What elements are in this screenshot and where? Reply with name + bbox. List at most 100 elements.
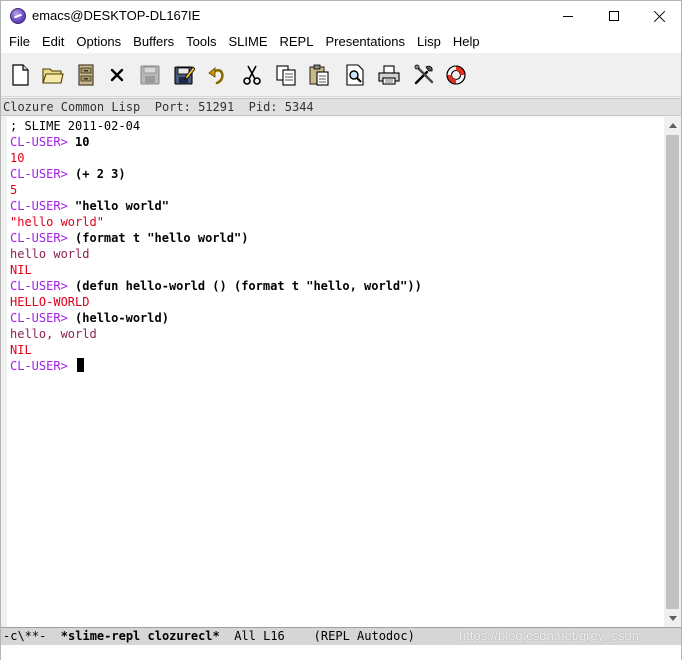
window-title: emacs@DESKTOP-DL167IE	[32, 8, 201, 23]
repl-result: 10	[10, 151, 25, 165]
paste-button[interactable]	[307, 63, 331, 87]
menu-file[interactable]: File	[3, 32, 36, 52]
repl-comment: ; SLIME 2011-02-04	[10, 119, 141, 133]
toolbar	[1, 53, 681, 97]
repl-input: (+ 2 3)	[75, 167, 126, 181]
repl-line: hello world	[10, 246, 422, 262]
repl-input: (defun hello-world () (format t "hello, …	[75, 279, 422, 293]
menu-slime[interactable]: SLIME	[222, 32, 273, 52]
emacs-app-icon	[10, 8, 26, 24]
scroll-up-button[interactable]	[664, 117, 681, 134]
menu-edit[interactable]: Edit	[36, 32, 70, 52]
cut-button[interactable]	[240, 63, 264, 87]
menu-help[interactable]: Help	[447, 32, 486, 52]
menu-buffers[interactable]: Buffers	[127, 32, 180, 52]
modeline-status: -c\**-	[3, 629, 61, 643]
maximize-icon	[609, 11, 619, 21]
repl-line: NIL	[10, 262, 422, 278]
watermark: https://blog.csdn.net/grey_csdn	[459, 628, 639, 643]
menu-lisp[interactable]: Lisp	[411, 32, 447, 52]
emacs-window: emacs@DESKTOP-DL167IE File Edit Options …	[0, 0, 682, 660]
repl-line: CL-USER> (defun hello-world () (format t…	[10, 278, 422, 294]
text-cursor	[77, 358, 85, 372]
repl-prompt: CL-USER>	[10, 167, 76, 181]
repl-input: 10	[75, 135, 90, 149]
repl-line: CL-USER> (format t "hello world")	[10, 230, 422, 246]
print-button[interactable]	[377, 63, 401, 87]
menu-repl[interactable]: REPL	[274, 32, 320, 52]
repl-prompt: CL-USER>	[10, 231, 76, 245]
modeline-buffer-name[interactable]: *slime-repl clozurecl*	[61, 629, 220, 643]
repl-line: CL-USER> (+ 2 3)	[10, 166, 422, 182]
repl-line: CL-USER> (hello-world)	[10, 310, 422, 326]
arrow-down-icon	[668, 616, 677, 621]
repl-line: NIL	[10, 342, 422, 358]
new-file-button[interactable]	[8, 63, 32, 87]
vertical-scrollbar[interactable]	[664, 117, 681, 627]
repl-result: HELLO-WORLD	[10, 295, 90, 309]
new-file-icon	[12, 64, 29, 86]
repl-line: hello, world	[10, 326, 422, 342]
repl-buffer[interactable]: ; SLIME 2011-02-04 CL-USER> 10 10 CL-USER> …	[1, 117, 664, 627]
copy-button[interactable]	[274, 63, 298, 87]
save-as-button[interactable]	[172, 63, 196, 87]
repl-prompt: CL-USER>	[10, 279, 76, 293]
repl-lines: ; SLIME 2011-02-04 CL-USER> 10 10 CL-USER> …	[10, 118, 422, 374]
modeline-position: All L16	[219, 629, 285, 643]
scroll-down-button[interactable]	[664, 610, 681, 627]
save-as-icon	[174, 66, 195, 85]
close-icon	[654, 10, 666, 22]
open-folder-icon	[42, 68, 64, 84]
paste-icon	[309, 64, 329, 86]
close-button[interactable]	[637, 1, 682, 31]
repl-input: (format t "hello world")	[75, 231, 249, 245]
menu-presentations[interactable]: Presentations	[319, 32, 411, 52]
repl-result: "hello world"	[10, 215, 104, 229]
close-buffer-button[interactable]	[105, 63, 129, 87]
undo-button[interactable]	[206, 63, 230, 87]
search-icon	[346, 64, 364, 86]
preferences-icon	[414, 64, 434, 85]
menu-bar: File Edit Options Buffers Tools SLIME RE…	[1, 31, 681, 53]
maximize-button[interactable]	[591, 1, 637, 31]
repl-line: ; SLIME 2011-02-04	[10, 118, 422, 134]
modeline-modes[interactable]: (REPL Autodoc)	[285, 629, 415, 643]
undo-icon	[208, 67, 224, 85]
print-icon	[378, 65, 400, 85]
minimize-icon	[563, 15, 573, 17]
repl-line: CL-USER> 10	[10, 134, 422, 150]
repl-output: hello, world	[10, 327, 97, 341]
search-button[interactable]	[343, 63, 367, 87]
minimize-button[interactable]	[545, 1, 591, 31]
repl-line: "hello world"	[10, 214, 422, 230]
open-directory-button[interactable]	[74, 63, 98, 87]
repl-prompt: CL-USER>	[10, 359, 76, 373]
menu-tools[interactable]: Tools	[180, 32, 222, 52]
close-buffer-icon	[110, 68, 124, 82]
arrow-up-icon	[668, 123, 677, 128]
repl-line: CL-USER>	[10, 358, 422, 374]
help-icon	[446, 65, 466, 85]
repl-result: NIL	[10, 263, 32, 277]
open-directory-icon	[78, 64, 94, 86]
title-bar: emacs@DESKTOP-DL167IE	[1, 1, 681, 31]
repl-line: HELLO-WORLD	[10, 294, 422, 310]
save-icon	[140, 65, 160, 85]
open-file-button[interactable]	[41, 63, 65, 87]
cut-icon	[243, 65, 261, 85]
repl-result: NIL	[10, 343, 32, 357]
help-button[interactable]	[444, 63, 468, 87]
repl-prompt: CL-USER>	[10, 135, 76, 149]
repl-prompt: CL-USER>	[10, 311, 76, 325]
scroll-thumb[interactable]	[666, 135, 679, 609]
minibuffer[interactable]	[1, 645, 681, 660]
save-button[interactable]	[138, 63, 162, 87]
repl-input: "hello world"	[75, 199, 169, 213]
repl-input: (hello-world)	[75, 311, 169, 325]
menu-options[interactable]: Options	[70, 32, 127, 52]
repl-header-line: Clozure Common Lisp Port: 51291 Pid: 534…	[1, 98, 681, 116]
repl-line: 10	[10, 150, 422, 166]
repl-prompt: CL-USER>	[10, 199, 76, 213]
repl-line: 5	[10, 182, 422, 198]
preferences-button[interactable]	[412, 63, 436, 87]
